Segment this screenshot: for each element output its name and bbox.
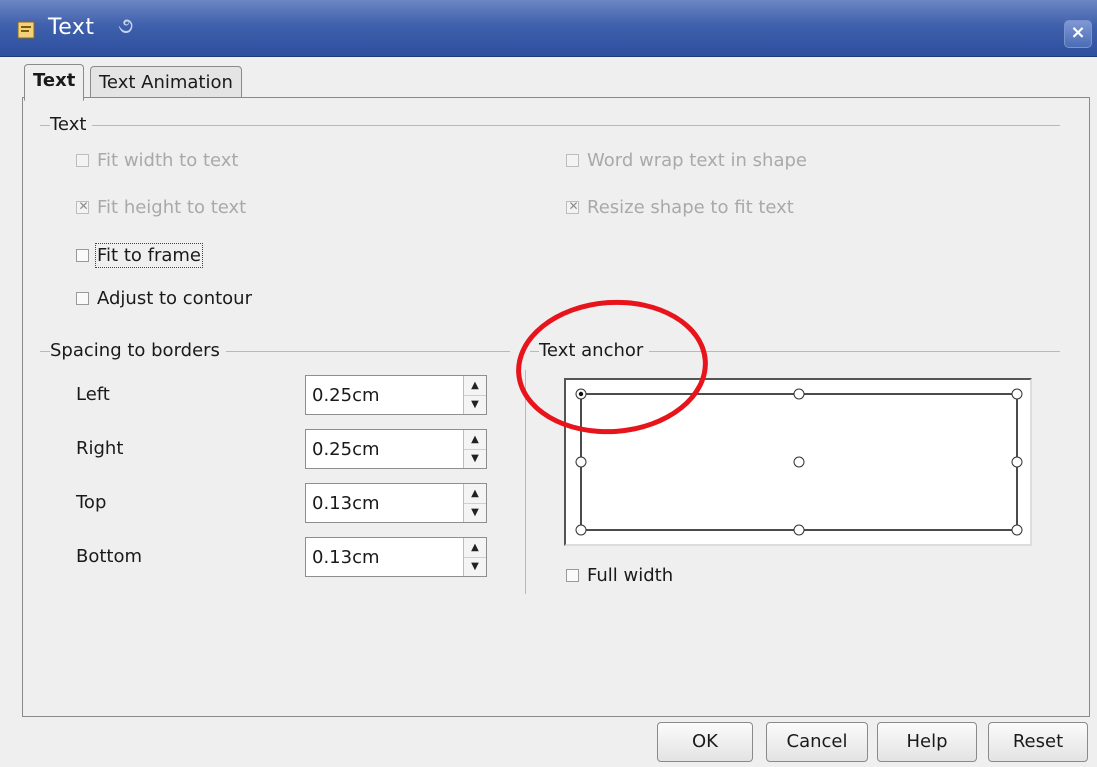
bottom-spinbox[interactable]: 0.13cm ▲ ▼ [305, 537, 487, 577]
right-value: 0.25cm [312, 439, 380, 460]
fit-height-label: Fit height to text [97, 197, 247, 218]
document-app-icon [17, 21, 35, 39]
full-width-label: Full width [587, 565, 674, 586]
checkbox-box [566, 154, 579, 167]
left-label: Left [76, 384, 110, 405]
full-width-checkbox[interactable]: Full width [566, 565, 673, 586]
anchor-middle-left [575, 456, 587, 468]
swirl-icon: ૭ [118, 14, 134, 39]
close-button[interactable]: × [1064, 20, 1092, 48]
bottom-value: 0.13cm [312, 547, 380, 568]
fit-width-checkbox[interactable]: Fit width to text [76, 150, 238, 171]
anchor-bottom-left [575, 524, 587, 536]
anchor-top-center [793, 388, 805, 400]
adjust-to-contour-checkbox[interactable]: Adjust to contour [76, 288, 252, 309]
word-wrap-checkbox[interactable]: Word wrap text in shape [566, 150, 807, 171]
spin-down-icon[interactable]: ▼ [464, 395, 486, 414]
reset-button[interactable]: Reset [988, 722, 1088, 762]
spin-up-icon[interactable]: ▲ [464, 430, 486, 450]
text-section-divider [40, 125, 1060, 126]
anchor-middle-right [1011, 456, 1023, 468]
top-label: Top [76, 492, 107, 513]
anchor-bottom-right [1011, 524, 1023, 536]
tab-text[interactable]: Text [24, 64, 85, 101]
anchor-bottom-center [793, 524, 805, 536]
spin-down-icon[interactable]: ▼ [464, 503, 486, 522]
spin-down-icon[interactable]: ▼ [464, 449, 486, 468]
spin-down-icon[interactable]: ▼ [464, 557, 486, 576]
checkbox-box [76, 249, 89, 262]
title-bar: Text ૭ × [0, 0, 1097, 57]
spin-buttons: ▲ ▼ [463, 430, 486, 468]
bottom-label: Bottom [76, 546, 143, 567]
resize-shape-label: Resize shape to fit text [587, 197, 794, 218]
section-separator [525, 370, 526, 594]
checkbox-box [76, 199, 90, 214]
word-wrap-label: Word wrap text in shape [587, 150, 807, 171]
spin-up-icon[interactable]: ▲ [464, 484, 486, 504]
left-value: 0.25cm [312, 385, 380, 406]
fit-to-frame-checkbox[interactable]: Fit to frame [76, 243, 203, 268]
spin-up-icon[interactable]: ▲ [464, 376, 486, 396]
anchor-top-right [1011, 388, 1023, 400]
adjust-to-contour-label: Adjust to contour [97, 288, 252, 309]
right-label: Right [76, 438, 124, 459]
top-spinbox[interactable]: 0.13cm ▲ ▼ [305, 483, 487, 523]
tab-text-animation[interactable]: Text Animation [90, 66, 242, 100]
cancel-button[interactable]: Cancel [766, 722, 868, 762]
spin-up-icon[interactable]: ▲ [464, 538, 486, 558]
spacing-section-heading: Spacing to borders [50, 340, 226, 361]
checkbox-box [76, 154, 89, 167]
spin-buttons: ▲ ▼ [463, 484, 486, 522]
left-spinbox[interactable]: 0.25cm ▲ ▼ [305, 375, 487, 415]
text-section-heading: Text [50, 114, 93, 135]
fit-to-frame-label: Fit to frame [95, 243, 203, 268]
checkbox-box [566, 569, 579, 582]
spin-buttons: ▲ ▼ [463, 538, 486, 576]
fit-height-checkbox[interactable]: Fit height to text [76, 197, 246, 218]
fit-width-label: Fit width to text [97, 150, 239, 171]
help-button[interactable]: Help [877, 722, 977, 762]
checkbox-box [76, 292, 89, 305]
resize-shape-checkbox[interactable]: Resize shape to fit text [566, 197, 794, 218]
window-title: Text [48, 15, 95, 40]
ok-button[interactable]: OK [657, 722, 753, 762]
spin-buttons: ▲ ▼ [463, 376, 486, 414]
checkbox-box [566, 199, 580, 214]
anchor-center [793, 456, 805, 468]
right-spinbox[interactable]: 0.25cm ▲ ▼ [305, 429, 487, 469]
top-value: 0.13cm [312, 493, 380, 514]
